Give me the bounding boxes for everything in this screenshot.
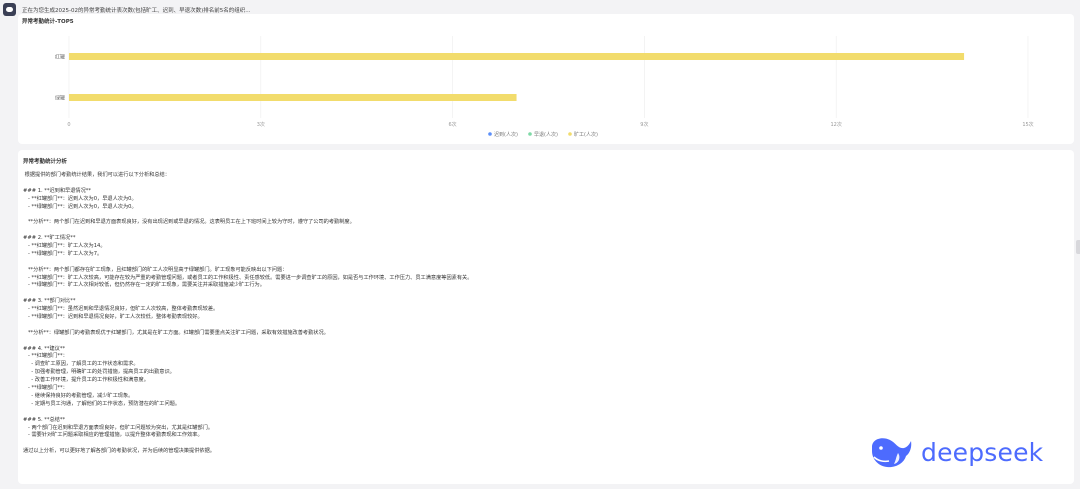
x-tick-label: 9次 [640,121,648,128]
analysis-line: - **红罐部门**：迟到人次为0，早退人次为0。 [23,195,137,202]
analysis-line: - 继续保持良好的考勤管理，减少旷工现象。 [23,392,134,399]
analysis-title: 异常考勤统计分析 [23,159,68,165]
generation-status-text: 正在为您生成2025-02的异常考勤统计表次数(包括旷工、迟到、早退次数)排名前… [22,8,251,14]
y-category-label: 绿罐 [55,94,65,101]
app-window: 正在为您生成2025-02的异常考勤统计表次数(包括旷工、迟到、早退次数)排名前… [0,0,1080,489]
x-tick-label: 12次 [831,121,842,128]
analysis-line: - 定期与员工沟通，了解他们的工作状态，预防潜在的旷工问题。 [23,400,181,407]
x-tick-label: 15次 [1022,121,1033,128]
analysis-body: 根据提供的部门考勤统计结果，我们可以进行以下分析和总结： ### 1. **迟到和… [23,172,1063,456]
analysis-line: **分析**：两个部门都存在旷工现象，且红罐部门的旷工人次明显高于绿罐部门。旷工… [23,266,288,273]
y-category-label: 红罐 [55,53,65,60]
x-tick-label: 3次 [257,121,265,128]
x-tick-label: 0 [67,122,70,128]
analysis-line: - **绿罐部门**： [23,385,68,392]
analysis-line: ### 2. **旷工情况** [23,235,76,242]
brand-name: deepseek [921,437,1044,467]
deepseek-whale-icon [872,438,912,468]
legend-marker [528,132,532,136]
analysis-line: - **绿罐部门**：迟到人次为0，早退人次为0。 [23,203,137,210]
analysis-line: ### 4. **建议** [23,345,66,352]
legend-label: 旷工(人次) [574,131,598,138]
analysis-line: - **绿罐部门**：迟到和早退情况良好，旷工人次较低，整体考勤表现较好。 [23,314,203,321]
legend-label: 迟到(人次) [494,131,518,138]
bar-chart: 0 3次 6次 9次 12次 15次 红罐绿罐迟到(人次) 早退(人次) 旷工(人次) [55,36,1034,138]
analysis-line: **分析**：两个部门在迟到和早退方面表现良好，没有出现迟到或早退的情况。这表明… [23,219,355,226]
legend-marker [488,132,492,136]
analysis-line: - **红罐部门**：旷工人次为14。 [23,243,106,250]
analysis-line: 根据提供的部门考勤统计结果，我们可以进行以下分析和总结： [23,172,170,178]
analysis-line: - **红罐部门**：虽然迟到和早退情况良好，但旷工人次较高，整体考勤表现较差。 [23,306,219,313]
analysis-line: - **绿罐部门**：旷工人次为7。 [23,250,103,257]
chart-card: 异常考勤统计-TOP5 0 3次 6次 9次 12次 15次 红罐 绿罐 迟到(人次) 早退(人次… [18,14,1074,144]
x-tick-label: 6次 [449,121,457,128]
scroll-handle[interactable] [1076,240,1080,254]
analysis-line: ### 1. **迟到和早退情况** [23,187,91,194]
analysis-line: - **红罐部门**： [23,353,68,360]
analysis-line: **分析**：绿罐部门的考勤表现优于红罐部门，尤其是在旷工方面。红罐部门需要重点… [23,329,329,336]
analysis-line: - 加强考勤管理，明确旷工的处罚措施，提高员工的出勤意识。 [23,369,175,376]
legend-marker [568,132,572,136]
analysis-line: - 改善工作环境，提升员工的工作积极性和满意度。 [23,377,149,384]
bot-eye-icon [3,3,16,16]
legend-label: 早退(人次) [534,131,558,138]
analysis-line: ### 5. **总结** [23,416,66,423]
analysis-line: - 调查旷工原因，了解员工的工作状态和需求。 [23,361,139,368]
bar [69,53,965,60]
analysis-line: ### 3. **部门对比** [23,298,76,305]
deepseek-logo: deepseek [868,431,1053,473]
analysis-line: - **绿罐部门**：旷工人次相对较低，但仍然存在一定的旷工现象，需要关注并采取… [23,282,265,289]
bar [69,94,517,101]
